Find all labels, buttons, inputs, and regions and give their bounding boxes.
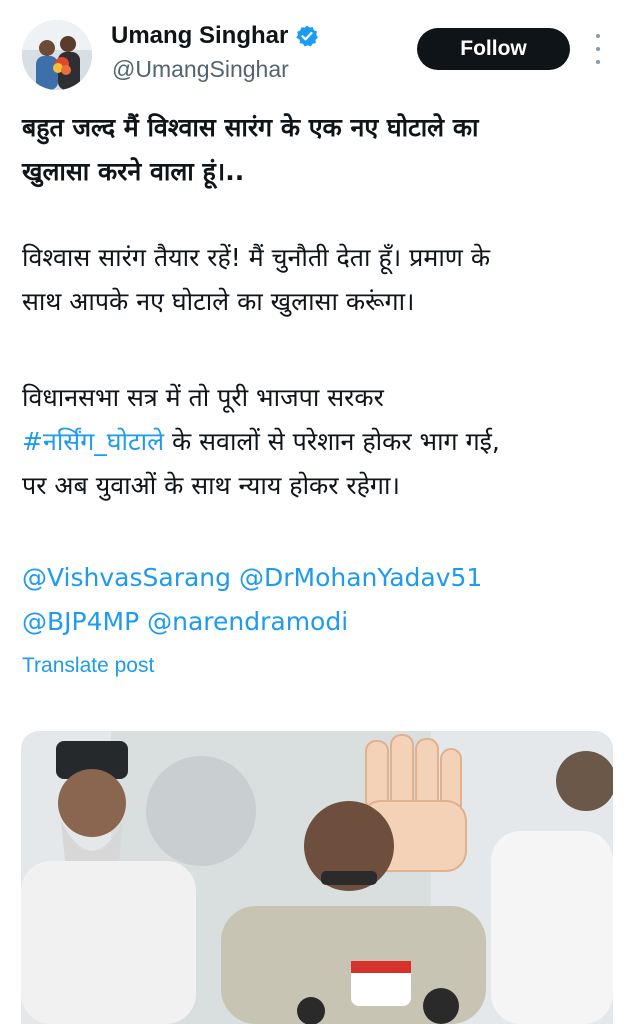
mention-link[interactable]: @BJP4MP [22,607,139,636]
user-handle[interactable]: @UmangSinghar [112,56,289,83]
avatar-photo-icon [22,20,92,90]
hashtag-link[interactable]: #नर्सिंग_घोटाले [22,427,164,456]
press-conference-photo-icon [21,731,613,1024]
tweet-line: पर अब युवाओं के साथ न्याय होकर रहेगा। [22,471,400,500]
tweet-line: खुलासा करने वाला हूं।.. [22,157,245,186]
tweet-paragraph-1: बहुत जल्द मैं विश्वास सारंग के एक नए घोट… [22,106,622,194]
display-name-row[interactable]: Umang Singhar [111,22,319,50]
verified-badge-icon [296,25,319,47]
avatar[interactable] [22,20,92,90]
tweet-paragraph-3: विधानसभा सत्र में तो पूरी भाजपा सरकर #नर… [22,376,622,508]
tweet-line-text: के सवालों से परेशान होकर भाग गई, [164,427,500,456]
mention-link[interactable]: @narendramodi [147,607,348,636]
tweet-line: विश्वास सारंग तैयार रहें! मैं चुनौती देत… [22,243,491,272]
tweet-paragraph-2: विश्वास सारंग तैयार रहें! मैं चुनौती देत… [22,236,622,324]
tweet-media[interactable] [21,731,613,1024]
tweet-header: Umang Singhar @UmangSinghar Follow [0,0,634,96]
mentions-line: @VishvasSarang @DrMohanYadav51 [22,556,622,600]
tweet-line: #नर्सिंग_घोटाले के सवालों से परेशान होकर… [22,420,622,464]
tweet-line: बहुत जल्द मैं विश्वास सारंग के एक नए घोट… [22,113,479,142]
tweet-line: विधानसभा सत्र में तो पूरी भाजपा सरकर [22,383,384,412]
follow-button[interactable]: Follow [417,28,570,70]
display-name[interactable]: Umang Singhar [111,22,288,50]
more-options-icon[interactable] [590,34,606,64]
translate-post-link[interactable]: Translate post [22,654,154,678]
mention-link[interactable]: @DrMohanYadav51 [239,563,482,592]
tweet-line: साथ आपके नए घोटाले का खुलासा करूंगा। [22,287,415,316]
mentions-line: @BJP4MP @narendramodi [22,600,622,644]
tweet-view: Umang Singhar @UmangSinghar Follow बहुत … [0,0,634,1024]
mentions-block: @VishvasSarang @DrMohanYadav51 @BJP4MP @… [22,556,622,644]
mention-link[interactable]: @VishvasSarang [22,563,231,592]
